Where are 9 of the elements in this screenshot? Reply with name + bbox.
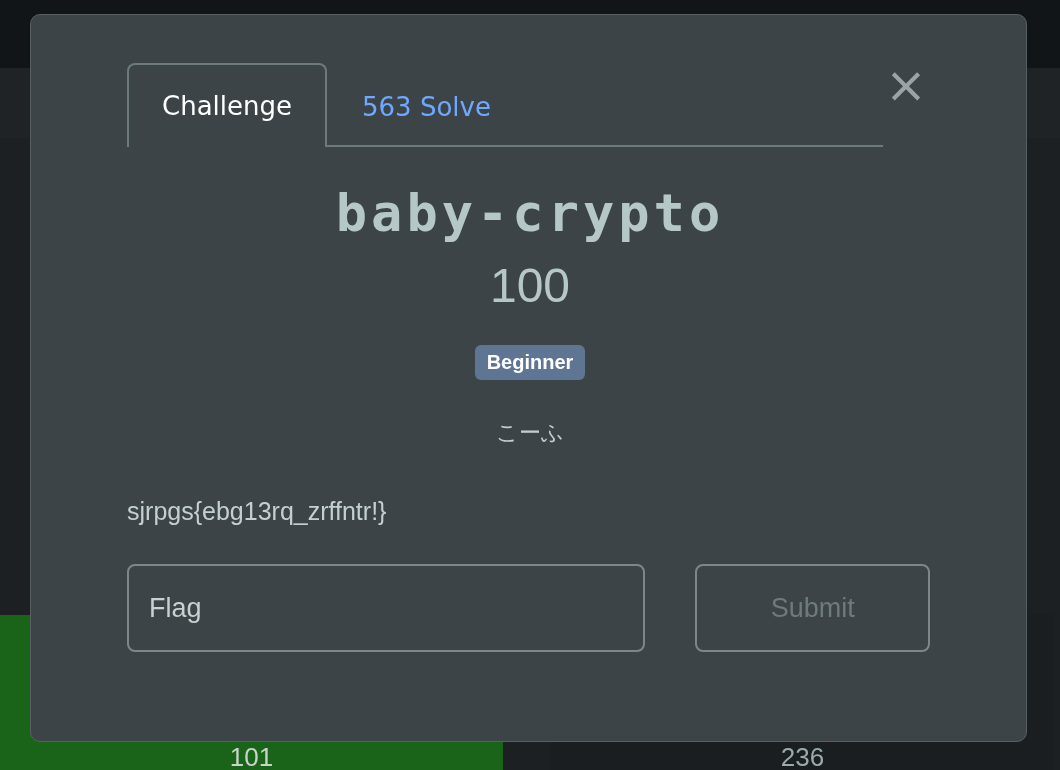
challenge-title: baby-crypto [335,183,725,243]
dialog-tab[interactable]: 563 Solve [327,65,526,147]
challenge-points: 100 [489,258,571,314]
dialog-tab[interactable]: Challenge [127,63,327,147]
close-button[interactable]: × [886,63,926,107]
category-tag: Beginner [474,345,586,380]
challenge-description: sjrpgs{ebg13rq_zrffntr!} [127,496,388,526]
flag-input-field[interactable]: Flag [127,564,646,652]
challenge-author: こーふ [496,419,564,447]
